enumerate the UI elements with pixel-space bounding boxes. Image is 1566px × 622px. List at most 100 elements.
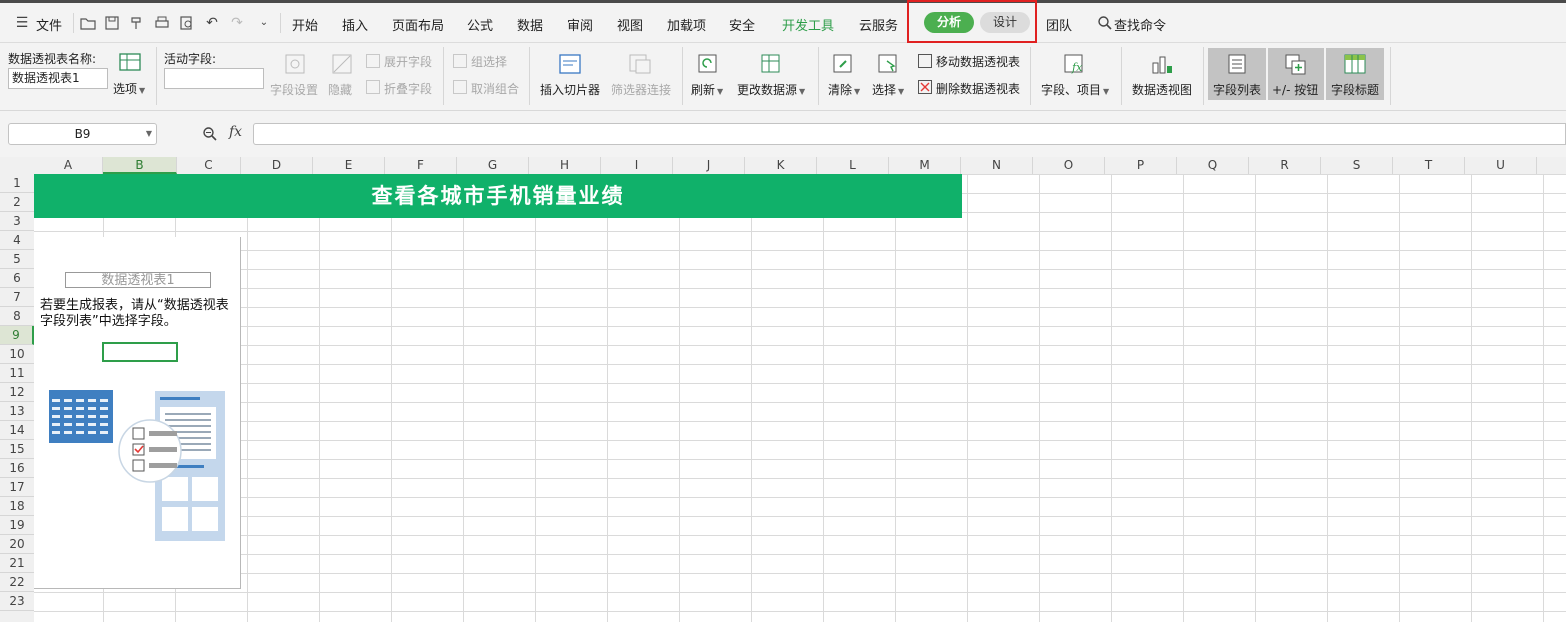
refresh-button[interactable]: 刷新 ▼ xyxy=(691,81,723,98)
tab-team[interactable]: 团队 xyxy=(1046,15,1072,34)
row-header[interactable]: 7 xyxy=(0,288,34,307)
column-header[interactable]: B xyxy=(103,157,177,174)
open-folder-icon[interactable] xyxy=(80,15,96,31)
insert-slicer-icon[interactable] xyxy=(558,53,582,75)
tab-developer[interactable]: 开发工具 xyxy=(782,15,834,34)
column-header[interactable]: J xyxy=(673,157,745,174)
row-header[interactable]: 20 xyxy=(0,535,34,554)
column-header[interactable]: P xyxy=(1105,157,1177,174)
row-header[interactable]: 19 xyxy=(0,516,34,535)
print-preview-icon[interactable] xyxy=(179,15,195,31)
hide-icon[interactable] xyxy=(330,53,354,75)
select-icon[interactable] xyxy=(877,53,901,75)
row-header[interactable]: 18 xyxy=(0,497,34,516)
column-header[interactable]: I xyxy=(601,157,673,174)
tab-review[interactable]: 审阅 xyxy=(567,15,593,34)
column-header[interactable]: N xyxy=(961,157,1033,174)
column-header[interactable]: T xyxy=(1393,157,1465,174)
column-header[interactable]: R xyxy=(1249,157,1321,174)
format-painter-icon[interactable] xyxy=(128,15,144,31)
row-header[interactable]: 22 xyxy=(0,573,34,592)
row-header[interactable]: 13 xyxy=(0,402,34,421)
column-header[interactable]: A xyxy=(34,157,103,174)
column-header[interactable]: S xyxy=(1321,157,1393,174)
name-box[interactable]: B9 ▼ xyxy=(8,123,157,145)
move-pivot-button[interactable]: 移动数据透视表 xyxy=(936,53,1020,70)
pivot-chart-icon[interactable] xyxy=(1150,53,1174,75)
tab-formulas[interactable]: 公式 xyxy=(467,15,493,34)
column-header[interactable]: L xyxy=(817,157,889,174)
column-header[interactable]: C xyxy=(177,157,241,174)
row-header[interactable]: 17 xyxy=(0,478,34,497)
tab-security[interactable]: 安全 xyxy=(729,15,755,34)
options-button[interactable]: 选项 ▼ xyxy=(113,80,145,97)
row-header[interactable]: 12 xyxy=(0,383,34,402)
row-header[interactable]: 3 xyxy=(0,212,34,231)
column-header[interactable]: D xyxy=(241,157,313,174)
pivot-table-placeholder[interactable]: 数据透视表1 若要生成报表，请从“数据透视表字段列表”中选择字段。 xyxy=(34,237,241,589)
row-header[interactable]: 23 xyxy=(0,592,34,611)
customize-dropdown-icon[interactable]: ⌄ xyxy=(256,15,272,31)
row-header[interactable]: 6 xyxy=(0,269,34,288)
collapse-field-button[interactable]: 折叠字段 xyxy=(384,80,432,97)
zoom-icon[interactable] xyxy=(202,126,218,142)
tab-insert[interactable]: 插入 xyxy=(342,15,368,34)
delete-pivot-button[interactable]: 删除数据透视表 xyxy=(936,80,1020,97)
row-header[interactable]: 8 xyxy=(0,307,34,326)
pivot-chart-button[interactable]: 数据透视图 xyxy=(1132,81,1192,98)
undo-icon[interactable]: ↶ xyxy=(204,15,220,31)
filter-connections-button[interactable]: 筛选器连接 xyxy=(611,81,671,98)
expand-field-button[interactable]: 展开字段 xyxy=(384,53,432,70)
column-header[interactable]: H xyxy=(529,157,601,174)
row-header[interactable]: 9 xyxy=(0,326,34,345)
change-source-button[interactable]: 更改数据源 ▼ xyxy=(737,81,805,98)
row-header[interactable]: 14 xyxy=(0,421,34,440)
group-selection-button[interactable]: 组选择 xyxy=(471,53,507,70)
function-icon[interactable]: fx xyxy=(229,124,242,140)
field-settings-button[interactable]: 字段设置 xyxy=(270,81,318,98)
save-icon[interactable] xyxy=(104,15,120,31)
insert-slicer-button[interactable]: 插入切片器 xyxy=(540,81,600,98)
tab-page-layout[interactable]: 页面布局 xyxy=(392,15,444,34)
refresh-icon[interactable] xyxy=(697,53,721,75)
tab-data[interactable]: 数据 xyxy=(517,15,543,34)
tab-view[interactable]: 视图 xyxy=(617,15,643,34)
clear-button[interactable]: 清除 ▼ xyxy=(828,81,860,98)
tab-cloud[interactable]: 云服务 xyxy=(859,15,898,34)
filter-connections-icon[interactable] xyxy=(628,53,652,75)
row-header[interactable]: 16 xyxy=(0,459,34,478)
file-menu[interactable]: 文件 xyxy=(36,15,62,34)
active-field-input[interactable] xyxy=(164,68,264,89)
row-header[interactable]: 2 xyxy=(0,193,34,212)
hide-button[interactable]: 隐藏 xyxy=(328,81,352,98)
row-header[interactable]: 5 xyxy=(0,250,34,269)
row-header[interactable]: 4 xyxy=(0,231,34,250)
options-icon[interactable] xyxy=(118,51,142,73)
column-header[interactable]: G xyxy=(457,157,529,174)
select-button[interactable]: 选择 ▼ xyxy=(872,81,904,98)
column-header[interactable]: O xyxy=(1033,157,1105,174)
column-header[interactable]: M xyxy=(889,157,961,174)
redo-icon[interactable]: ↷ xyxy=(229,15,245,31)
tab-addins[interactable]: 加载项 xyxy=(667,15,706,34)
clear-icon[interactable] xyxy=(832,53,856,75)
ungroup-button[interactable]: 取消组合 xyxy=(471,80,519,97)
change-source-icon[interactable] xyxy=(760,53,784,75)
column-header[interactable]: U xyxy=(1465,157,1537,174)
search-commands[interactable]: 查找命令 xyxy=(1114,15,1166,34)
tab-home[interactable]: 开始 xyxy=(292,15,318,34)
row-header[interactable]: 11 xyxy=(0,364,34,383)
column-header[interactable]: K xyxy=(745,157,817,174)
sheet-title-cell[interactable]: 查看各城市手机销量业绩 xyxy=(34,174,962,218)
hamburger-icon[interactable]: ☰ xyxy=(14,15,30,31)
row-header[interactable]: 10 xyxy=(0,345,34,364)
pivot-name-input[interactable]: 数据透视表1 xyxy=(8,68,108,89)
row-header[interactable]: 1 xyxy=(0,174,34,193)
active-cell-b9[interactable] xyxy=(102,342,178,362)
row-header[interactable]: 21 xyxy=(0,554,34,573)
search-icon[interactable] xyxy=(1097,15,1113,31)
field-settings-icon[interactable] xyxy=(283,53,307,75)
fields-items-button[interactable]: 字段、项目 ▼ xyxy=(1041,81,1109,98)
column-header[interactable]: E xyxy=(313,157,385,174)
chevron-down-icon[interactable]: ▼ xyxy=(146,124,152,144)
